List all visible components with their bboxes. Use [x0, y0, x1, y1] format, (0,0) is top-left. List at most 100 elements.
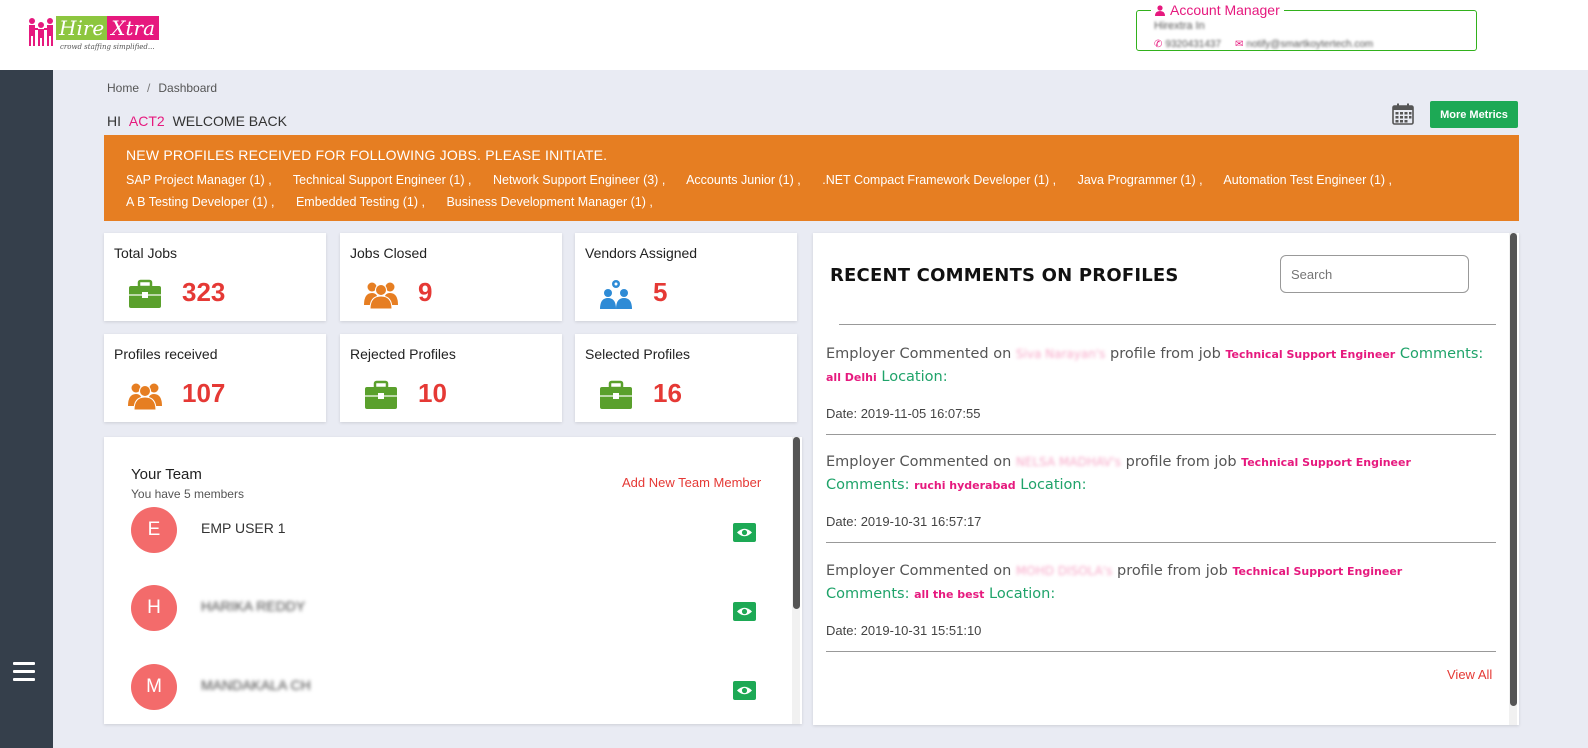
comment-date-label: Date: [826, 406, 858, 421]
more-metrics-button[interactable]: More Metrics [1430, 101, 1518, 128]
divider [839, 324, 1496, 325]
banner-job-link[interactable]: Technical Support Engineer (1) , [293, 173, 472, 187]
comments-search-input[interactable] [1280, 255, 1469, 293]
stat-card-selected-profiles[interactable]: Selected Profiles 16 [575, 334, 797, 422]
briefcase-icon [600, 380, 632, 409]
welcome-user: ACT2 [128, 113, 165, 129]
comment-profile-name[interactable]: MOHD DISOLA's [1016, 564, 1112, 578]
team-title: Your Team [131, 466, 202, 483]
breadcrumb-home[interactable]: Home [107, 81, 139, 95]
view-member-button[interactable] [733, 681, 756, 700]
view-member-button[interactable] [733, 523, 756, 542]
account-manager-email-wrap[interactable]: ✉ notify@smartkoytertech.com [1235, 39, 1373, 50]
banner-job-link[interactable]: Java Programmer (1) , [1078, 173, 1203, 187]
briefcase-icon [129, 279, 161, 308]
logo-tagline: crowd staffing simplified... [60, 43, 155, 51]
comment-date: Date: 2019-10-31 15:51:10 [826, 623, 1496, 638]
banner-job-link[interactable]: Automation Test Engineer (1) , [1223, 173, 1392, 187]
stat-card-profiles-received[interactable]: Profiles received 107 [104, 334, 326, 422]
hirextra-logo[interactable]: Hire Xtra crowd staffing simplified... [26, 14, 166, 56]
comment-job-link[interactable]: Technical Support Engineer [1241, 456, 1411, 469]
banner-title: NEW PROFILES RECEIVED FOR FOLLOWING JOBS… [126, 147, 608, 163]
comment-profile-name[interactable]: Siva Narayan's [1016, 347, 1105, 361]
comment-item: Employer Commented on MOHD DISOLA's prof… [826, 560, 1496, 652]
stat-label: Total Jobs [114, 245, 178, 261]
account-manager-title: Account Manager [1151, 3, 1284, 18]
comment-item: Employer Commented on Siva Narayan's pro… [826, 343, 1496, 435]
hamburger-menu-icon[interactable] [13, 662, 35, 684]
team-scrollbar[interactable] [792, 437, 800, 724]
eye-icon [737, 528, 752, 537]
comment-date: Date: 2019-11-05 16:07:55 [826, 406, 1496, 421]
welcome-suffix: WELCOME BACK [172, 113, 287, 129]
comment-location-label: Location: [989, 586, 1056, 602]
user-icon [1155, 5, 1165, 16]
team-panel: Your Team You have 5 members Add New Tea… [104, 437, 802, 724]
team-member-row: E EMP USER 1 [131, 507, 771, 553]
comment-prefix: Employer Commented on [826, 454, 1012, 470]
eye-icon [737, 686, 752, 695]
comment-text: Employer Commented on NELSA MADHAV's pro… [826, 451, 1496, 497]
team-member-row: H HARIKA REDDY [131, 585, 771, 631]
comment-text: Employer Commented on MOHD DISOLA's prof… [826, 560, 1496, 606]
comment-location-label: Location: [881, 369, 948, 385]
comment-from-job: profile from job [1109, 346, 1221, 362]
comment-job-link[interactable]: Technical Support Engineer [1232, 565, 1402, 578]
banner-job-link[interactable]: Accounts Junior (1) , [686, 173, 801, 187]
divider [826, 651, 1496, 652]
envelope-icon: ✉ [1235, 39, 1244, 50]
avatar: E [131, 507, 177, 553]
account-manager-email[interactable]: notify@smartkoytertech.com [1246, 39, 1373, 50]
team-scrollbar-thumb[interactable] [793, 437, 800, 609]
comment-prefix: Employer Commented on [826, 563, 1012, 579]
comment-body: ruchi hyderabad [914, 479, 1016, 492]
stat-label: Profiles received [114, 346, 218, 362]
comment-profile-name[interactable]: NELSA MADHAV's [1016, 455, 1121, 469]
top-header: Hire Xtra crowd staffing simplified... A… [0, 0, 1588, 70]
stat-card-rejected-profiles[interactable]: Rejected Profiles 10 [340, 334, 562, 422]
stat-label: Vendors Assigned [585, 245, 698, 261]
add-team-member-link[interactable]: Add New Team Member [622, 475, 761, 490]
comment-from-job: profile from job [1116, 563, 1228, 579]
people-logo-icon [29, 18, 53, 46]
phone-icon: ✆ [1154, 39, 1163, 50]
banner-job-link[interactable]: A B Testing Developer (1) , [126, 195, 274, 209]
comment-job-link[interactable]: Technical Support Engineer [1225, 348, 1395, 361]
comment-comments-label: Comments: [1399, 346, 1484, 362]
view-member-button[interactable] [733, 602, 756, 621]
comment-location-label: Location: [1020, 477, 1087, 493]
comment-item: Employer Commented on NELSA MADHAV's pro… [826, 451, 1496, 543]
comment-body: all Delhi [826, 371, 877, 384]
account-manager-box: Account Manager Hirextra In ✆ 9320431437 … [1136, 3, 1477, 51]
comment-date-value: 2019-10-31 16:57:17 [860, 514, 982, 529]
divider [826, 542, 1496, 543]
calendar-icon[interactable] [1392, 103, 1414, 125]
team-subtitle: You have 5 members [131, 487, 244, 501]
account-manager-phone-wrap: ✆ 9320431437 [1154, 39, 1221, 50]
banner-job-link[interactable]: SAP Project Manager (1) , [126, 173, 272, 187]
banner-job-link[interactable]: .NET Compact Framework Developer (1) , [822, 173, 1056, 187]
banner-job-link[interactable]: Network Support Engineer (3) , [493, 173, 665, 187]
comments-scrollbar[interactable] [1509, 233, 1517, 725]
comments-scrollbar-thumb[interactable] [1510, 233, 1517, 706]
account-manager-name: Hirextra In [1154, 20, 1205, 32]
view-all-link[interactable]: View All [1447, 667, 1492, 682]
account-manager-contacts: ✆ 9320431437 ✉ notify@smartkoytertech.com [1154, 39, 1373, 50]
breadcrumb-current: Dashboard [158, 81, 218, 95]
stat-card-total-jobs[interactable]: Total Jobs 323 [104, 233, 326, 321]
comment-date-label: Date: [826, 623, 858, 638]
comment-body: all the best [914, 588, 985, 601]
new-profiles-banner: NEW PROFILES RECEIVED FOR FOLLOWING JOBS… [104, 135, 1519, 221]
breadcrumb-separator: / [147, 81, 151, 95]
banner-job-link[interactable]: Business Development Manager (1) , [446, 195, 652, 209]
recent-comments-heading: RECENT COMMENTS ON PROFILES [830, 265, 1179, 286]
group-icon [364, 282, 398, 309]
stat-card-vendors-assigned[interactable]: Vendors Assigned 5 [575, 233, 797, 321]
comment-date-value: 2019-10-31 15:51:10 [860, 623, 982, 638]
account-manager-phone: 9320431437 [1165, 39, 1222, 50]
team-member-name: EMP USER 1 [201, 520, 286, 536]
banner-job-link[interactable]: Embedded Testing (1) , [296, 195, 425, 209]
logo-hire: Hire [56, 16, 108, 40]
avatar: M [131, 664, 177, 710]
stat-card-jobs-closed[interactable]: Jobs Closed 9 [340, 233, 562, 321]
